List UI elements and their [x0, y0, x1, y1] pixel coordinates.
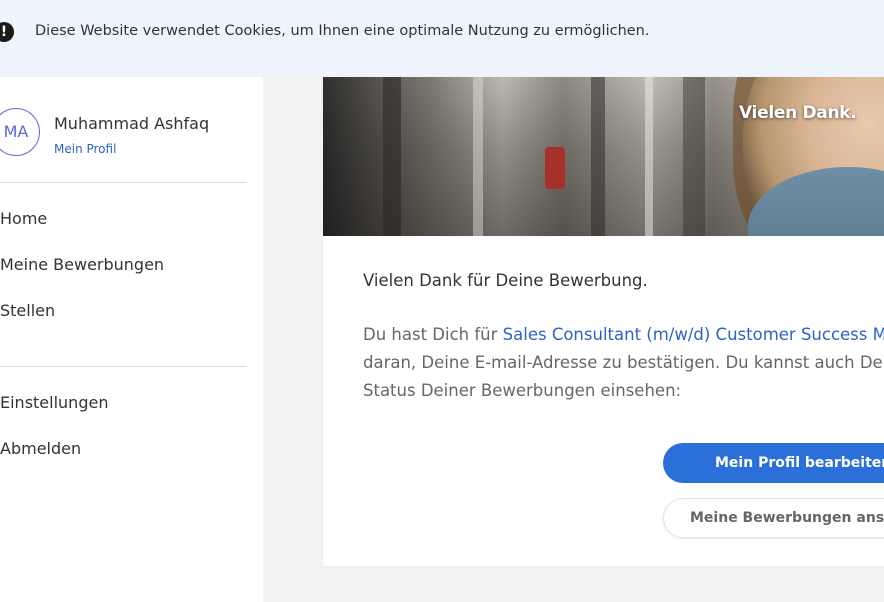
cookie-banner-text: Diese Website verwendet Cookies, um Ihne…: [35, 23, 650, 39]
sidebar-divider: [0, 366, 247, 367]
job-link[interactable]: Sales Consultant (m/w/d) Customer Succes…: [503, 325, 884, 344]
sidebar-item-home[interactable]: Home: [0, 209, 47, 228]
avatar[interactable]: MA: [0, 108, 40, 156]
sidebar-item-settings[interactable]: Einstellungen: [0, 393, 108, 412]
my-profile-link[interactable]: Mein Profil: [54, 142, 116, 156]
sidebar: MA Muhammad Ashfaq Mein Profil Home Mein…: [0, 77, 263, 602]
hero-title: Vielen Dank.: [739, 103, 857, 123]
card-heading: Vielen Dank für Deine Bewerbung.: [363, 271, 648, 290]
hero-pillar: [383, 77, 401, 236]
hero-pillar: [645, 77, 653, 236]
user-name: Muhammad Ashfaq: [54, 114, 210, 133]
sidebar-item-logout[interactable]: Abmelden: [0, 439, 81, 458]
edit-profile-button[interactable]: Mein Profil bearbeiten: [663, 443, 884, 483]
hero-pillar: [473, 77, 483, 236]
sidebar-item-jobs[interactable]: Stellen: [0, 301, 55, 320]
card-body-line3: Status Deiner Bewerbungen einsehen:: [363, 381, 682, 400]
hero-pillar: [683, 77, 705, 236]
card-body-line1: Du hast Dich für Sales Consultant (m/w/d…: [363, 321, 884, 349]
sidebar-divider: [0, 182, 247, 183]
card-body-prefix: Du hast Dich für: [363, 325, 503, 344]
sidebar-item-my-applications[interactable]: Meine Bewerbungen: [0, 255, 164, 274]
fire-extinguisher: [545, 147, 565, 189]
card-body: Du hast Dich für Sales Consultant (m/w/d…: [363, 321, 884, 405]
confirmation-card: Vielen Dank. Vielen Dank für Deine Bewer…: [323, 77, 884, 566]
card-body-line2: daran, Deine E-mail-Adresse zu bestätige…: [363, 353, 883, 372]
cookie-banner: ! Diese Website verwendet Cookies, um Ih…: [0, 0, 884, 77]
hero-image: Vielen Dank.: [323, 77, 884, 236]
exclamation-icon: !: [0, 22, 14, 42]
hero-pillar: [591, 77, 605, 236]
view-applications-button[interactable]: Meine Bewerbungen ansehe: [663, 498, 884, 538]
